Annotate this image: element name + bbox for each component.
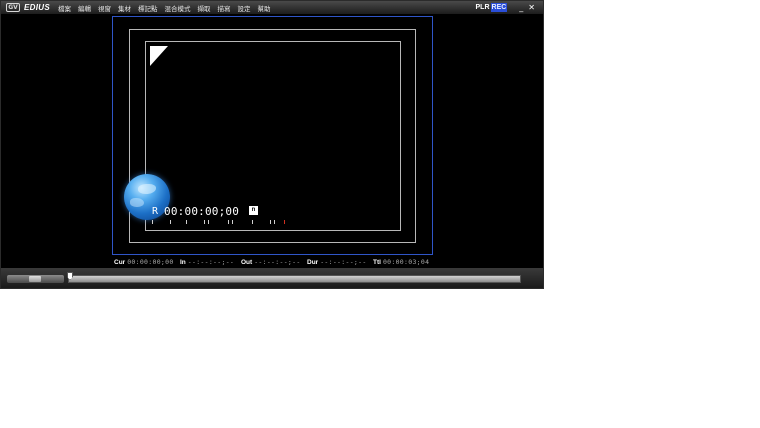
ttl-field: Ttl 00:00:03;04 — [373, 258, 429, 266]
meter-tick — [204, 220, 205, 224]
meter-tick — [170, 220, 171, 224]
menu-capture-2[interactable]: 擷取 — [197, 3, 210, 13]
timecode-display: R 00:00:00;00 — [152, 205, 239, 218]
player-mode-button[interactable]: PLR — [475, 3, 491, 12]
ttl-label: Ttl — [373, 258, 381, 266]
meter-tick — [274, 220, 275, 224]
dur-value: --:--:--;-- — [320, 258, 367, 266]
shuttle-slider[interactable] — [7, 275, 64, 283]
timecode-badge: n — [249, 206, 258, 215]
audio-meter-ticks — [152, 220, 292, 226]
app-name: EDIUS — [24, 3, 50, 12]
menu-marker[interactable]: 標記點 — [138, 3, 158, 13]
position-slider-track[interactable] — [68, 275, 521, 283]
corner-marker-icon — [150, 46, 168, 66]
in-value: --:--:--;-- — [187, 258, 235, 266]
shuttle-knob[interactable] — [29, 276, 41, 282]
dur-label: Dur — [307, 258, 319, 266]
out-field: Out --:--:--;-- — [241, 258, 301, 266]
menu-view[interactable]: 視窗 — [98, 3, 111, 13]
out-label: Out — [241, 258, 253, 266]
recorder-window: GV EDIUS 檔案 編輯 視窗 集材 標記點 混合模式 擷取 描寫 設定 幫… — [0, 0, 544, 289]
meter-tick — [208, 220, 209, 224]
meter-tick — [228, 220, 229, 224]
meter-tick — [186, 220, 187, 224]
out-value: --:--:--;-- — [254, 258, 301, 266]
meter-tick — [270, 220, 271, 224]
menu-bar: GV EDIUS 檔案 編輯 視窗 集材 標記點 混合模式 擷取 描寫 設定 幫… — [1, 1, 543, 14]
mode-and-window-controls: PLR REC _ ✕ — [475, 1, 535, 14]
menu-render[interactable]: 描寫 — [217, 3, 230, 13]
menu-file[interactable]: 檔案 — [58, 3, 71, 13]
menu-edit[interactable]: 編輯 — [78, 3, 91, 13]
close-icon[interactable]: ✕ — [528, 3, 535, 12]
timecode-status-bar: Cur 00:00:00;00 In --:--:--;-- Out --:--… — [1, 256, 545, 268]
menu-settings[interactable]: 設定 — [237, 3, 250, 13]
cur-label: Cur — [114, 258, 126, 266]
timecode-value: 00:00:00;00 — [164, 205, 240, 218]
ttl-value: 00:00:03;04 — [382, 258, 430, 266]
minimize-icon[interactable]: _ — [519, 3, 523, 12]
cur-value: 00:00:00;00 — [127, 258, 174, 266]
in-label: In — [180, 258, 186, 266]
meter-tick — [232, 220, 233, 224]
menu-help[interactable]: 幫助 — [257, 3, 270, 13]
meter-tick — [252, 220, 253, 224]
recorder-mode-button[interactable]: REC — [490, 3, 508, 12]
playback-control-bar — [1, 268, 543, 288]
in-field: In --:--:--;-- — [180, 258, 234, 266]
dur-field: Dur --:--:--;-- — [307, 258, 367, 266]
app-logo-icon: GV — [6, 3, 20, 12]
meter-tick — [152, 220, 153, 224]
meter-tick — [284, 220, 285, 224]
timecode-prefix: R — [152, 206, 159, 217]
menu-capture[interactable]: 集材 — [118, 3, 131, 13]
menu-mode[interactable]: 混合模式 — [164, 3, 190, 13]
cur-field: Cur 00:00:00;00 — [114, 258, 174, 266]
title-safe-area — [145, 41, 401, 231]
